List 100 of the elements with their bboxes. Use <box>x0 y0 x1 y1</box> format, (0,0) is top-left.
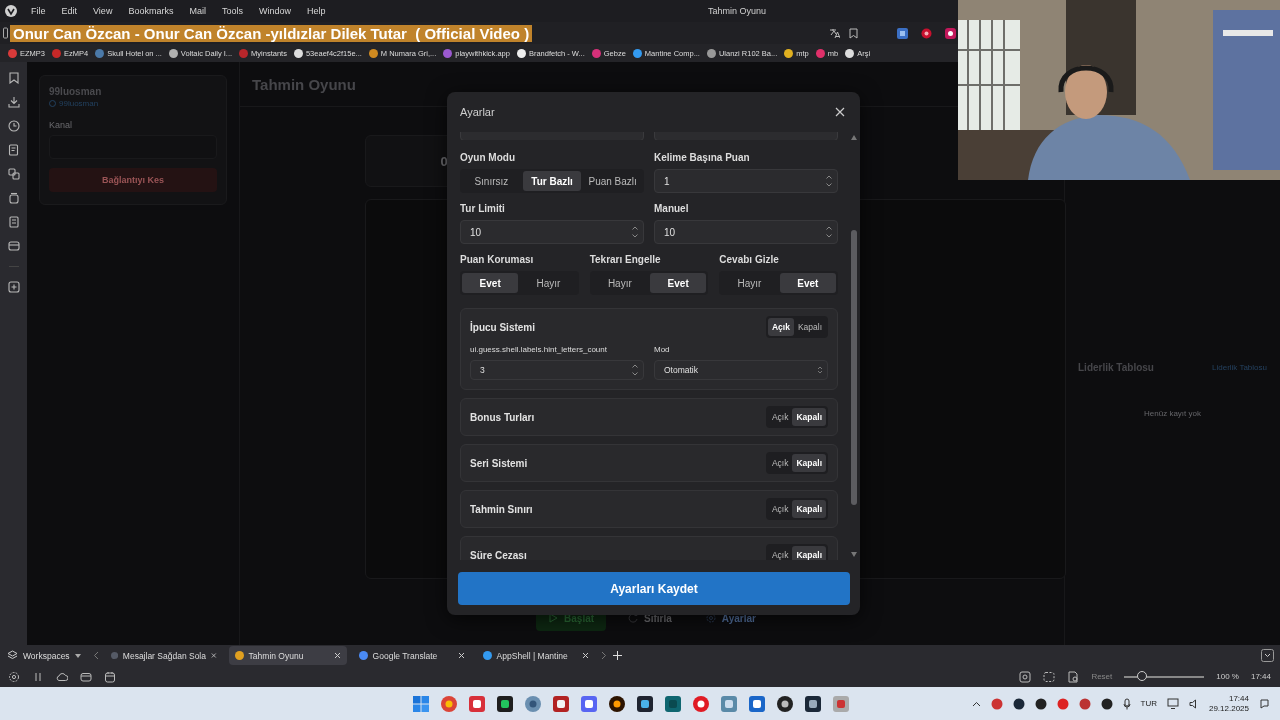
tab-list-icon[interactable] <box>1261 649 1274 662</box>
segment-option[interactable]: Hayır <box>721 273 778 293</box>
panel-icon[interactable] <box>3 27 8 39</box>
reset-button[interactable]: Reset <box>1091 672 1113 681</box>
toggle-option[interactable]: Kapalı <box>792 546 826 560</box>
close-icon[interactable] <box>835 107 845 117</box>
app-icon[interactable] <box>496 694 514 713</box>
segment-option[interactable]: Tur Bazlı <box>522 171 582 191</box>
slider-thumb[interactable] <box>1136 670 1147 681</box>
toggle-control[interactable]: Açık Kapalı <box>765 406 828 428</box>
tray-icon[interactable] <box>1034 697 1047 710</box>
toggle-option[interactable]: Kapalı <box>792 454 826 472</box>
app-icon[interactable] <box>776 694 794 713</box>
app-icon[interactable] <box>804 694 822 713</box>
stepper-icon[interactable] <box>825 224 833 240</box>
translate-icon[interactable] <box>7 168 20 180</box>
segment-option[interactable]: Puan Bazlı <box>583 171 642 191</box>
browser-tab[interactable]: Tahmin Oyunu <box>228 646 347 665</box>
extension-icon[interactable] <box>945 27 956 39</box>
jar-icon[interactable] <box>7 192 20 204</box>
close-icon[interactable] <box>333 652 341 659</box>
app-icon[interactable] <box>636 694 654 713</box>
tray-icon[interactable] <box>1012 697 1025 710</box>
stepper-icon[interactable] <box>631 362 639 378</box>
speaker-icon[interactable] <box>1188 698 1199 709</box>
number-field[interactable]: 1 <box>654 169 838 193</box>
app-icon[interactable] <box>608 694 626 713</box>
notes-icon[interactable] <box>7 144 20 156</box>
toggle-control[interactable]: Açık Kapalı <box>765 544 828 560</box>
bookmark-icon[interactable] <box>7 72 20 84</box>
plus-icon[interactable] <box>612 651 622 660</box>
segment-option[interactable]: Hayır <box>591 273 648 293</box>
network-icon[interactable] <box>1166 698 1179 709</box>
toggle-option[interactable]: Açık <box>767 408 793 426</box>
save-button[interactable]: Ayarları Kaydet <box>458 572 850 605</box>
chevron-right-icon[interactable] <box>600 651 607 660</box>
toggle-control[interactable]: Açık Kapalı <box>765 316 828 338</box>
menu-item[interactable]: Bookmarks <box>120 6 182 16</box>
close-icon[interactable] <box>581 652 589 659</box>
segment-option[interactable]: Evet <box>462 273 519 293</box>
extension-icon[interactable] <box>897 27 908 39</box>
segmented-control[interactable]: Hayır Evet <box>719 271 838 295</box>
number-field[interactable]: 10 <box>654 220 838 244</box>
segmented-control[interactable]: Hayır Evet <box>589 271 709 295</box>
mail-icon[interactable] <box>80 670 92 683</box>
app-icon[interactable] <box>524 694 542 713</box>
history-icon[interactable] <box>7 120 20 132</box>
tiling-icon[interactable] <box>1043 670 1056 683</box>
microphone-icon[interactable] <box>1122 697 1131 710</box>
browser-tab[interactable]: Mesajlar Sağdan Sola <box>104 646 223 665</box>
page-actions-icon[interactable] <box>1067 670 1080 683</box>
bookmark-icon[interactable] <box>849 27 858 39</box>
browser-tab[interactable]: AppShell | Mantine <box>476 646 595 665</box>
stepper-icon[interactable] <box>631 224 639 240</box>
cloud-icon[interactable] <box>56 670 68 683</box>
browser-tab[interactable]: Google Translate <box>352 646 471 665</box>
number-field[interactable]: 10 <box>460 220 644 244</box>
translate-icon[interactable] <box>829 27 840 39</box>
book-icon[interactable] <box>7 216 20 228</box>
toggle-option[interactable]: Açık <box>767 546 793 560</box>
notification-icon[interactable] <box>1259 698 1270 709</box>
capture-icon[interactable] <box>1019 670 1032 683</box>
toggle-option[interactable]: Kapalı <box>793 318 826 336</box>
menu-item[interactable]: View <box>85 6 121 16</box>
chevron-left-icon[interactable] <box>92 651 99 660</box>
calendar-icon[interactable] <box>104 670 116 683</box>
logo-icon[interactable] <box>5 5 17 17</box>
stepper-icon[interactable] <box>825 173 833 189</box>
app-icon[interactable] <box>552 694 570 713</box>
menu-item[interactable]: Tools <box>213 6 251 16</box>
number-field[interactable]: 3 <box>470 360 644 380</box>
menu-item[interactable]: File <box>23 6 54 16</box>
workspaces-button[interactable]: Workspaces <box>7 650 81 661</box>
gear-icon[interactable] <box>8 670 20 683</box>
close-icon[interactable] <box>211 652 217 659</box>
pause-icon[interactable] <box>32 670 44 683</box>
segment-option[interactable]: Evet <box>779 273 836 293</box>
toggle-control[interactable]: Açık Kapalı <box>765 452 828 474</box>
toggle-option[interactable]: Açık <box>767 500 793 518</box>
menu-item[interactable]: Edit <box>53 6 86 16</box>
segment-option[interactable]: Evet <box>650 273 707 293</box>
start-icon[interactable] <box>412 694 430 713</box>
toggle-option[interactable]: Açık <box>767 454 793 472</box>
mail-icon[interactable] <box>7 240 20 252</box>
toggle-control[interactable]: Açık Kapalı <box>765 498 828 520</box>
toggle-option[interactable]: Kapalı <box>792 408 826 426</box>
select-field[interactable]: Otomatik <box>654 360 828 380</box>
menu-item[interactable]: Help <box>298 6 334 16</box>
add-panel-icon[interactable] <box>7 281 20 293</box>
segmented-control[interactable]: Sınırsız Tur Bazlı Puan Bazlı <box>460 169 644 193</box>
chevron-up-icon[interactable] <box>971 700 981 707</box>
segmented-control[interactable]: Evet Hayır <box>460 271 579 295</box>
menu-item[interactable]: Window <box>250 6 299 16</box>
app-icon[interactable] <box>664 694 682 713</box>
tray-icon[interactable] <box>1100 697 1113 710</box>
extension-icon[interactable] <box>921 27 932 39</box>
close-icon[interactable] <box>457 652 465 659</box>
toggle-option[interactable]: Açık <box>767 318 794 336</box>
toggle-option[interactable]: Kapalı <box>792 500 826 518</box>
segment-option[interactable]: Hayır <box>520 273 577 293</box>
